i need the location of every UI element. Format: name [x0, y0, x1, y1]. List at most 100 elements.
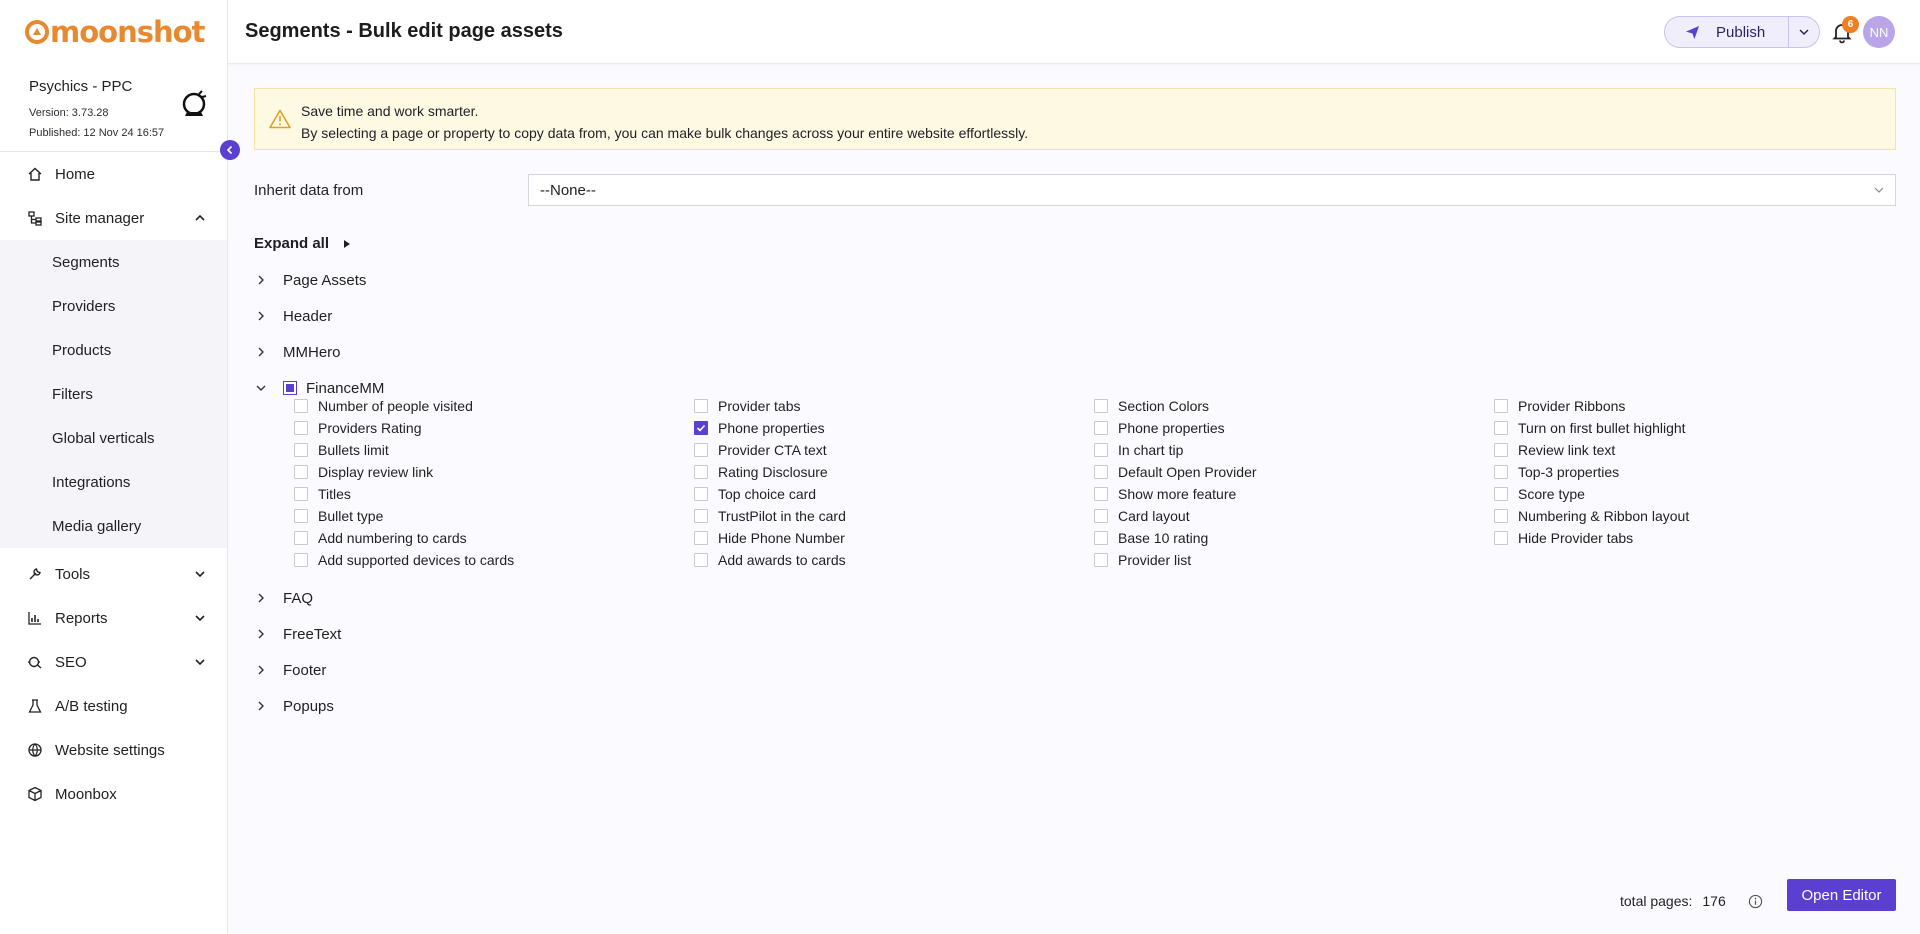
property-option[interactable]: Default Open Provider — [1094, 461, 1257, 483]
sidebar-subitem-segments[interactable]: Segments — [0, 240, 227, 284]
checkbox[interactable] — [1494, 421, 1508, 435]
checkbox[interactable] — [294, 465, 308, 479]
property-label: Rating Disclosure — [718, 464, 828, 480]
property-option[interactable]: Provider CTA text — [694, 439, 827, 461]
collapse-sidebar-button[interactable] — [220, 140, 240, 160]
sidebar-subitem-providers[interactable]: Providers — [0, 284, 227, 328]
user-avatar[interactable]: NN — [1863, 16, 1895, 48]
property-label: Base 10 rating — [1118, 530, 1209, 546]
section-footer[interactable]: Footer — [254, 658, 326, 682]
property-option[interactable]: Phone properties — [1094, 417, 1225, 439]
checkbox[interactable] — [1494, 465, 1508, 479]
checkbox[interactable] — [1494, 509, 1508, 523]
property-label: Hide Provider tabs — [1518, 530, 1634, 546]
checkbox[interactable] — [694, 509, 708, 523]
property-option[interactable]: Hide Provider tabs — [1494, 527, 1633, 549]
sidebar-item-seo[interactable]: SEO — [0, 640, 227, 684]
property-option[interactable]: Add awards to cards — [694, 549, 846, 571]
checkbox[interactable] — [1094, 399, 1108, 413]
sidebar-subitem-integrations[interactable]: Integrations — [0, 460, 227, 504]
checkbox[interactable] — [294, 509, 308, 523]
sidebar-item-home[interactable]: Home — [0, 152, 227, 196]
section-page-assets[interactable]: Page Assets — [254, 268, 366, 292]
checkbox[interactable] — [1094, 465, 1108, 479]
expand-all-button[interactable]: Expand all — [254, 235, 351, 252]
property-option[interactable]: Section Colors — [1094, 395, 1209, 417]
property-option[interactable]: In chart tip — [1094, 439, 1183, 461]
checkbox[interactable] — [294, 399, 308, 413]
total-pages: total pages: 176 — [1620, 885, 1763, 917]
publish-button[interactable]: Publish — [1665, 17, 1790, 47]
sidebar-item-site-manager[interactable]: Site manager — [0, 196, 227, 240]
checkbox[interactable] — [294, 443, 308, 457]
property-option[interactable]: Rating Disclosure — [694, 461, 828, 483]
sidebar-item-tools[interactable]: Tools — [0, 552, 227, 596]
publish-dropdown-button[interactable] — [1789, 17, 1819, 47]
checkbox[interactable] — [1494, 399, 1508, 413]
property-option[interactable]: Score type — [1494, 483, 1585, 505]
property-option[interactable]: Add supported devices to cards — [294, 549, 514, 571]
sidebar-subitem-products[interactable]: Products — [0, 328, 227, 372]
section-popups[interactable]: Popups — [254, 694, 334, 718]
sidebar-subitem-global-verticals[interactable]: Global verticals — [0, 416, 227, 460]
inherit-select[interactable]: --None-- — [528, 174, 1896, 206]
property-option[interactable]: Numbering & Ribbon layout — [1494, 505, 1689, 527]
property-option[interactable]: Provider Ribbons — [1494, 395, 1625, 417]
sidebar-item-reports[interactable]: Reports — [0, 596, 227, 640]
property-option[interactable]: Bullet type — [294, 505, 383, 527]
property-option[interactable]: Bullets limit — [294, 439, 389, 461]
property-option[interactable]: Top choice card — [694, 483, 816, 505]
property-option[interactable]: Display review link — [294, 461, 433, 483]
property-option[interactable]: Add numbering to cards — [294, 527, 467, 549]
property-option[interactable]: Top-3 properties — [1494, 461, 1619, 483]
checkbox[interactable] — [694, 487, 708, 501]
checkbox[interactable] — [694, 553, 708, 567]
checkbox[interactable] — [1094, 487, 1108, 501]
checkbox-checked[interactable] — [694, 421, 708, 435]
property-option[interactable]: Show more feature — [1094, 483, 1236, 505]
checkbox[interactable] — [694, 443, 708, 457]
checkbox[interactable] — [1094, 443, 1108, 457]
property-option[interactable]: Turn on first bullet highlight — [1494, 417, 1686, 439]
checkbox[interactable] — [294, 421, 308, 435]
property-option[interactable]: Hide Phone Number — [694, 527, 845, 549]
property-option[interactable]: TrustPilot in the card — [694, 505, 846, 527]
checkbox[interactable] — [694, 531, 708, 545]
sidebar-subitem-media-gallery[interactable]: Media gallery — [0, 504, 227, 548]
open-editor-button[interactable]: Open Editor — [1787, 879, 1896, 911]
section-faq[interactable]: FAQ — [254, 586, 313, 610]
info-icon[interactable] — [1748, 894, 1763, 909]
property-option[interactable]: Phone properties — [694, 417, 825, 439]
property-option[interactable]: Card layout — [1094, 505, 1190, 527]
sidebar-subitem-filters[interactable]: Filters — [0, 372, 227, 416]
checkbox[interactable] — [694, 465, 708, 479]
checkbox[interactable] — [1494, 443, 1508, 457]
checkbox[interactable] — [1494, 487, 1508, 501]
checkbox[interactable] — [1094, 509, 1108, 523]
sidebar-item-a-b-testing[interactable]: A/B testing — [0, 684, 227, 728]
property-label: Provider Ribbons — [1518, 398, 1626, 414]
property-option[interactable]: Base 10 rating — [1094, 527, 1208, 549]
property-option[interactable]: Provider list — [1094, 549, 1191, 571]
moonshot-logo[interactable]: moonshot — [24, 15, 205, 49]
checkbox[interactable] — [1094, 553, 1108, 567]
section-mmhero[interactable]: MMHero — [254, 340, 341, 364]
section-header[interactable]: Header — [254, 304, 332, 328]
checkbox[interactable] — [294, 553, 308, 567]
property-option[interactable]: Provider tabs — [694, 395, 800, 417]
sidebar-item-website-settings[interactable]: Website settings — [0, 728, 227, 772]
property-option[interactable]: Review link text — [1494, 439, 1615, 461]
financemm-partial-checkbox[interactable] — [283, 381, 297, 395]
checkbox[interactable] — [1094, 531, 1108, 545]
property-option[interactable]: Number of people visited — [294, 395, 473, 417]
property-option[interactable]: Providers Rating — [294, 417, 422, 439]
checkbox[interactable] — [294, 487, 308, 501]
checkbox[interactable] — [294, 531, 308, 545]
sidebar-item-moonbox[interactable]: Moonbox — [0, 772, 227, 816]
property-option[interactable]: Titles — [294, 483, 351, 505]
checkbox[interactable] — [1494, 531, 1508, 545]
section-freetext[interactable]: FreeText — [254, 622, 341, 646]
notification-badge: 6 — [1842, 16, 1859, 33]
checkbox[interactable] — [694, 399, 708, 413]
checkbox[interactable] — [1094, 421, 1108, 435]
